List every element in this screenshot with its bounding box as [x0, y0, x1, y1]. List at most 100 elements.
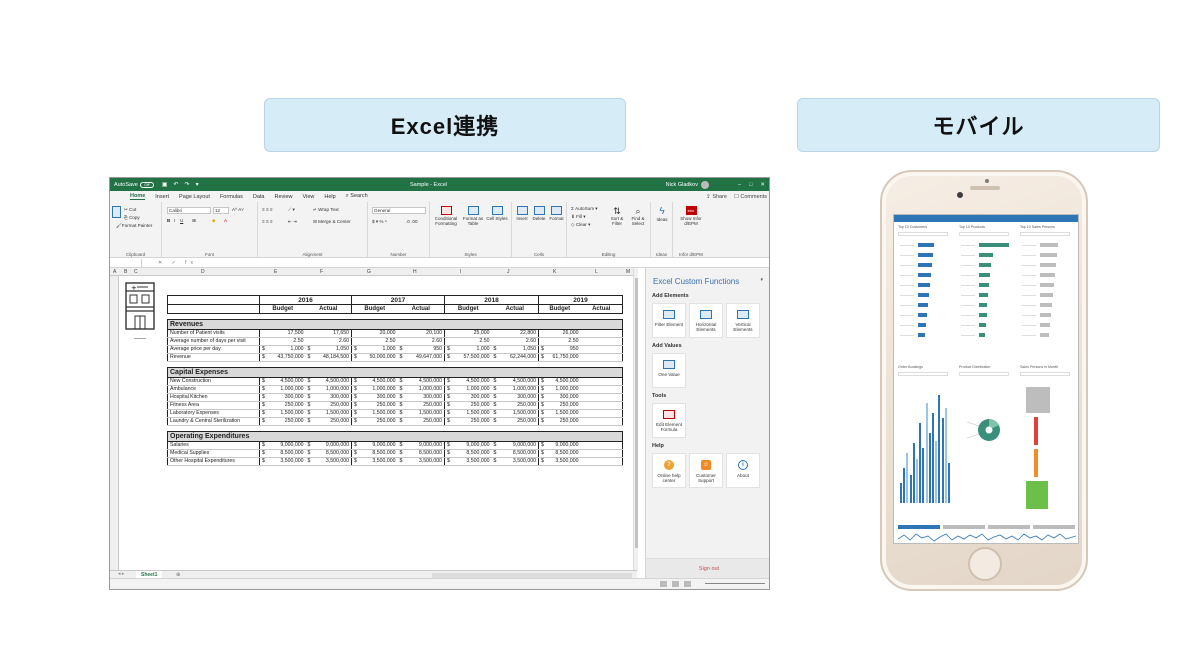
chevron-down-icon[interactable]: ▾	[760, 277, 763, 283]
bar[interactable]	[918, 253, 933, 257]
align-left-icon[interactable]: ≡ ≡ ≡	[262, 219, 273, 224]
value-cell[interactable]: $4,500,000	[259, 377, 306, 386]
section-header-cell[interactable]	[444, 319, 492, 330]
sign-out-button[interactable]: Sign out	[646, 558, 769, 580]
column-bar[interactable]	[909, 475, 912, 503]
value-cell[interactable]: $250,000	[444, 417, 492, 426]
redo-icon[interactable]: ↷	[185, 181, 190, 188]
value-cell[interactable]: $8,500,000	[305, 449, 352, 458]
value-cell[interactable]: 17,650	[305, 329, 352, 338]
value-cell[interactable]: $4,500,000	[491, 377, 539, 386]
column-bar[interactable]	[912, 443, 915, 503]
section-header-cell[interactable]	[491, 367, 539, 378]
bar[interactable]	[918, 283, 930, 287]
value-cell[interactable]: $3,500,000	[491, 457, 539, 466]
section-header-cell[interactable]	[305, 431, 352, 442]
bar[interactable]	[979, 243, 1009, 247]
column-bar[interactable]	[916, 459, 918, 503]
value-cell[interactable]: $3,500,000	[259, 457, 306, 466]
about-button[interactable]: i About	[726, 453, 760, 488]
section-header-cell[interactable]	[491, 431, 539, 442]
row-label[interactable]: Hospital Kitchen	[167, 393, 260, 402]
row-label[interactable]: Average price per day	[167, 345, 260, 354]
value-cell[interactable]: 2.60	[491, 337, 539, 346]
value-cell[interactable]: $300,000	[351, 393, 398, 402]
panel-filter[interactable]	[1020, 232, 1070, 236]
column-bar[interactable]	[948, 463, 950, 503]
value-cell[interactable]	[580, 345, 623, 354]
column-bar[interactable]	[922, 448, 925, 503]
one-value-button[interactable]: One Value	[652, 353, 686, 388]
font-size-select[interactable]: 12	[213, 207, 229, 214]
column-bar[interactable]	[932, 413, 934, 503]
bold-icon[interactable]: B	[167, 218, 170, 223]
value-cell[interactable]: 20,000	[351, 329, 398, 338]
show-infor-button[interactable]: infor Show Infor d/EPM	[676, 206, 706, 226]
bar[interactable]	[1040, 303, 1052, 307]
bar[interactable]	[918, 293, 929, 297]
value-cell[interactable]: $1,500,000	[259, 409, 306, 418]
col-header-m[interactable]: M	[626, 269, 630, 275]
value-cell[interactable]: $300,000	[538, 393, 581, 402]
value-cell[interactable]: $3,500,000	[351, 457, 398, 466]
bar[interactable]	[979, 283, 989, 287]
row-label[interactable]: Laundry & Central Sterilization	[167, 417, 260, 426]
col-header-l[interactable]: L	[595, 269, 598, 275]
section-header-cell[interactable]	[397, 367, 445, 378]
bar[interactable]	[979, 323, 986, 327]
column-bar[interactable]	[900, 483, 902, 503]
col-header-c[interactable]: C	[134, 269, 138, 275]
bar[interactable]	[1040, 283, 1054, 287]
bar[interactable]	[918, 243, 934, 247]
border-icon[interactable]: ⊞	[192, 218, 196, 224]
value-cell[interactable]: $4,500,000	[351, 377, 398, 386]
value-cell[interactable]: $43,750,000	[259, 353, 306, 362]
value-cell[interactable]	[580, 353, 623, 362]
value-cell[interactable]: $4,500,000	[397, 377, 445, 386]
bar[interactable]	[979, 333, 985, 337]
clear-button[interactable]: ◇ Clear ▾	[571, 222, 590, 228]
value-cell[interactable]: $250,000	[444, 401, 492, 410]
value-cell[interactable]: 26,000	[538, 329, 581, 338]
dashboard-tab[interactable]	[898, 525, 940, 529]
value-cell[interactable]: $4,500,000	[444, 377, 492, 386]
share-button[interactable]: ⇪ Share	[706, 194, 727, 200]
bar[interactable]	[979, 293, 988, 297]
value-cell[interactable]: $3,500,000	[305, 457, 352, 466]
panel-filter[interactable]	[959, 372, 1009, 376]
font-size-grow-icon[interactable]: A^ A˅	[232, 207, 244, 212]
dashboard-tab[interactable]	[988, 525, 1030, 529]
value-cell[interactable]: $3,500,000	[538, 457, 581, 466]
undo-icon[interactable]: ↶	[174, 181, 179, 188]
value-cell[interactable]: 25,000	[444, 329, 492, 338]
bar[interactable]	[979, 273, 990, 277]
row-label[interactable]: Laboratory Expenses	[167, 409, 260, 418]
copy-button[interactable]: ⎘ Copy	[124, 215, 140, 220]
insert-cells-button[interactable]: Insert	[514, 206, 530, 221]
value-cell[interactable]: $3,500,000	[397, 457, 445, 466]
value-cell[interactable]: $57,500,000	[444, 353, 492, 362]
section-header-cell[interactable]	[538, 319, 581, 330]
sort-filter-button[interactable]: ⇅ Sort & Filter	[607, 206, 627, 226]
value-cell[interactable]: 2.60	[305, 337, 352, 346]
tab-page-layout[interactable]: Page Layout	[179, 194, 210, 200]
bar[interactable]	[979, 313, 987, 317]
minimize-icon[interactable]: –	[738, 182, 741, 188]
value-cell[interactable]: $8,500,000	[397, 449, 445, 458]
name-box[interactable]	[112, 258, 142, 267]
section-header-cell[interactable]	[351, 431, 398, 442]
column-bar[interactable]	[938, 395, 941, 503]
value-cell[interactable]: $250,000	[397, 401, 445, 410]
section-header-cell[interactable]	[397, 319, 445, 330]
cell-styles-button[interactable]: Cell Styles	[486, 206, 508, 221]
value-cell[interactable]	[580, 329, 623, 338]
value-cell[interactable]: $9,000,000	[491, 441, 539, 450]
value-cell[interactable]: $9,000,000	[397, 441, 445, 450]
underline-icon[interactable]: U	[180, 218, 183, 223]
bar[interactable]	[1040, 323, 1050, 327]
value-cell[interactable]: $61,750,000	[538, 353, 581, 362]
panel-filter[interactable]	[959, 232, 1009, 236]
row-label[interactable]: Ambulance	[167, 385, 260, 394]
vertical-scrollbar[interactable]	[633, 268, 638, 572]
col-header-a[interactable]: A	[113, 269, 116, 275]
